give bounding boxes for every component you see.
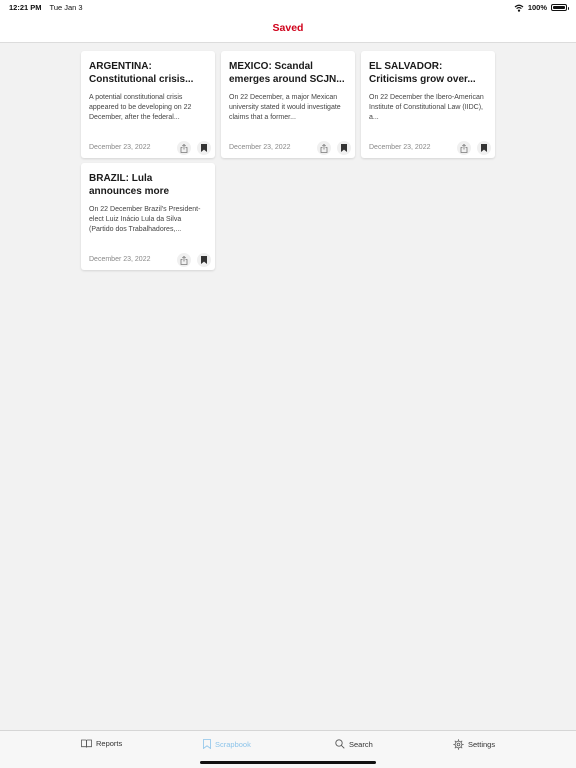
status-left: 12:21 PM Tue Jan 3 — [9, 3, 83, 12]
share-icon — [320, 143, 328, 153]
status-bar: 12:21 PM Tue Jan 3 100% — [0, 0, 576, 14]
bookmark-button[interactable] — [477, 141, 491, 155]
status-time: 12:21 PM — [9, 3, 42, 12]
share-icon — [180, 143, 188, 153]
home-indicator[interactable] — [200, 761, 376, 764]
tab-scrapbook[interactable]: Scrapbook — [203, 739, 251, 749]
bookmark-filled-icon — [341, 144, 347, 152]
article-card-brazil[interactable]: BRAZIL: Lula announces more ministerial … — [81, 163, 215, 270]
card-date: December 23, 2022 — [89, 144, 151, 151]
article-card-el-salvador[interactable]: EL SALVADOR: Criticisms grow over... On … — [361, 51, 495, 158]
bookmark-button[interactable] — [197, 141, 211, 155]
bookmark-icon — [203, 739, 211, 749]
share-icon — [180, 255, 188, 265]
nav-bar: Saved — [0, 14, 576, 43]
share-button[interactable] — [317, 141, 331, 155]
card-summary: On 22 December Brazil's President-elect … — [89, 206, 201, 233]
bookmark-button[interactable] — [337, 141, 351, 155]
card-title: ARGENTINA: Constitutional crisis... — [89, 61, 194, 85]
page-title: Saved — [272, 22, 304, 34]
share-icon — [460, 143, 468, 153]
card-title: MEXICO: Scandal emerges around SCJN... — [229, 61, 345, 85]
card-date: December 23, 2022 — [229, 144, 291, 151]
battery-percentage: 100% — [527, 3, 547, 12]
tab-settings[interactable]: Settings — [453, 739, 495, 750]
book-icon — [81, 739, 92, 748]
bookmark-button[interactable] — [197, 253, 211, 267]
card-title: BRAZIL: Lula announces more ministerial … — [89, 173, 170, 197]
bookmark-filled-icon — [201, 144, 207, 152]
card-title: EL SALVADOR: Criticisms grow over... — [369, 61, 476, 85]
article-card-mexico[interactable]: MEXICO: Scandal emerges around SCJN... O… — [221, 51, 355, 158]
tab-label: Settings — [468, 740, 496, 749]
share-button[interactable] — [457, 141, 471, 155]
card-summary: On 22 December the Ibero-American Instit… — [369, 94, 484, 121]
card-summary: On 22 December, a major Mexican universi… — [229, 94, 341, 121]
tab-search[interactable]: Search — [335, 739, 373, 749]
bookmark-filled-icon — [481, 144, 487, 152]
gear-icon — [453, 739, 464, 750]
search-icon — [335, 739, 345, 749]
tab-label: Reports — [96, 739, 123, 748]
card-date: December 23, 2022 — [89, 256, 151, 263]
tab-reports[interactable]: Reports — [81, 739, 122, 748]
tab-label: Scrapbook — [215, 739, 251, 749]
share-button[interactable] — [177, 253, 191, 267]
status-right: 100% — [514, 3, 569, 12]
battery-fill — [553, 6, 565, 9]
share-button[interactable] — [177, 141, 191, 155]
article-card-argentina[interactable]: ARGENTINA: Constitutional crisis... A po… — [81, 51, 215, 158]
status-date: Tue Jan 3 — [49, 3, 83, 12]
tab-label: Search — [349, 739, 373, 749]
tab-bar: Reports Scrapbook Search Settings — [0, 730, 576, 768]
bookmark-filled-icon — [201, 256, 207, 264]
card-summary: A potential constitutional crisis appear… — [89, 94, 192, 121]
wifi-icon — [514, 4, 524, 12]
card-date: December 23, 2022 — [369, 144, 431, 151]
battery-icon — [551, 4, 569, 11]
